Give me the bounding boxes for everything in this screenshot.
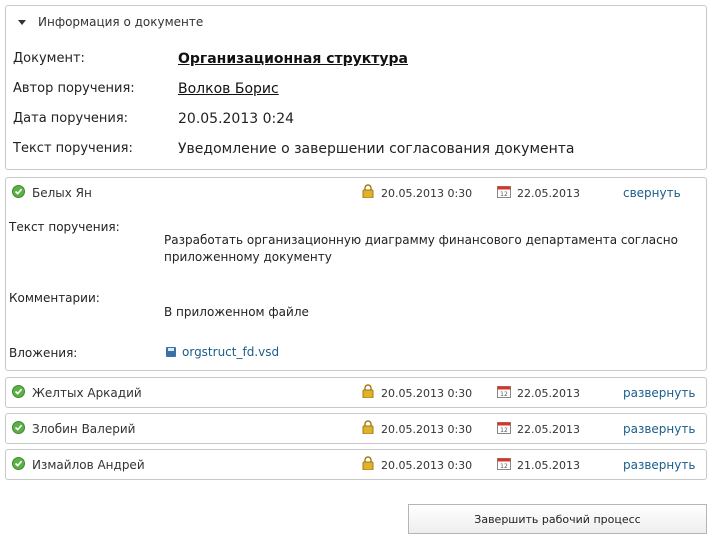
expand-link[interactable]: развернуть — [623, 422, 695, 436]
due-date: 21.05.2013 — [517, 459, 580, 472]
lock-icon — [362, 184, 374, 198]
assignment-date-value: 20.05.2013 0:24 — [178, 111, 295, 127]
task-panel: Злобин Валерий 20.05.2013 0:30 12 22.05.… — [5, 413, 707, 444]
detail-text-label: Текст поручения: — [9, 220, 120, 234]
document-info-title: Информация о документе — [38, 15, 204, 29]
comments-value: В приложенном файле — [164, 305, 309, 319]
task-panel: Измайлов Андрей 20.05.2013 0:30 12 21.05… — [5, 449, 707, 480]
doc-label-date: Дата поручения: — [13, 111, 129, 126]
start-date: 20.05.2013 0:30 — [381, 187, 473, 200]
task-panel: Желтых Аркадий 20.05.2013 0:30 12 22.05.… — [5, 377, 707, 408]
task-header: Белых Ян 20.05.2013 0:30 12 22.05.2013 с… — [6, 184, 706, 202]
comments-label: Комментарии: — [9, 291, 100, 305]
assignee-name: Измайлов Андрей — [32, 458, 145, 472]
due-date: 22.05.2013 — [517, 387, 580, 400]
lock-icon — [362, 420, 374, 434]
assignee-name: Белых Ян — [32, 186, 92, 200]
assignee-name: Желтых Аркадий — [32, 386, 142, 400]
collapse-triangle-icon[interactable] — [18, 20, 26, 25]
start-date: 20.05.2013 0:30 — [381, 387, 473, 400]
attachments-label: Вложения: — [9, 346, 78, 360]
svg-text:12: 12 — [500, 191, 508, 198]
attachment-link[interactable]: orgstruct_fd.vsd — [166, 345, 279, 359]
document-info-panel: Информация о документе Документ: Организ… — [5, 5, 707, 170]
expand-link[interactable]: развернуть — [623, 386, 695, 400]
expand-link[interactable]: развернуть — [623, 458, 695, 472]
due-date: 22.05.2013 — [517, 187, 580, 200]
calendar-icon: 12 — [497, 186, 511, 198]
check-circle-icon — [12, 385, 25, 398]
assignee-name: Злобин Валерий — [32, 422, 136, 436]
lock-icon — [362, 384, 374, 398]
task-panel: Белых Ян 20.05.2013 0:30 12 22.05.2013 с… — [5, 177, 707, 371]
task-header: Желтых Аркадий 20.05.2013 0:30 12 22.05.… — [6, 384, 706, 402]
task-header: Измайлов Андрей 20.05.2013 0:30 12 21.05… — [6, 456, 706, 474]
doc-label-text: Текст поручения: — [13, 141, 133, 156]
floppy-disk-icon — [166, 347, 176, 357]
document-link[interactable]: Организационная структура — [178, 51, 408, 67]
check-circle-icon — [12, 457, 25, 470]
attachment-filename[interactable]: orgstruct_fd.vsd — [182, 345, 279, 359]
finish-workflow-button[interactable]: Завершить рабочий процесс — [408, 504, 707, 534]
svg-text:12: 12 — [500, 391, 508, 398]
svg-text:12: 12 — [500, 427, 508, 434]
task-header: Злобин Валерий 20.05.2013 0:30 12 22.05.… — [6, 420, 706, 438]
document-info-header[interactable]: Информация о документе — [18, 15, 203, 29]
doc-label-author: Автор поручения: — [13, 81, 135, 96]
doc-label-document: Документ: — [13, 51, 85, 66]
check-circle-icon — [12, 185, 25, 198]
calendar-icon: 12 — [497, 386, 511, 398]
due-date: 22.05.2013 — [517, 423, 580, 436]
start-date: 20.05.2013 0:30 — [381, 459, 473, 472]
detail-text-value: Разработать организационную диаграмму фи… — [164, 233, 678, 264]
svg-text:12: 12 — [500, 463, 508, 470]
calendar-icon: 12 — [497, 422, 511, 434]
check-circle-icon — [12, 421, 25, 434]
lock-icon — [362, 456, 374, 470]
collapse-link[interactable]: свернуть — [623, 186, 681, 200]
start-date: 20.05.2013 0:30 — [381, 423, 473, 436]
assignment-text-value: Уведомление о завершении согласования до… — [178, 141, 575, 157]
calendar-icon: 12 — [497, 458, 511, 470]
author-link[interactable]: Волков Борис — [178, 81, 279, 97]
